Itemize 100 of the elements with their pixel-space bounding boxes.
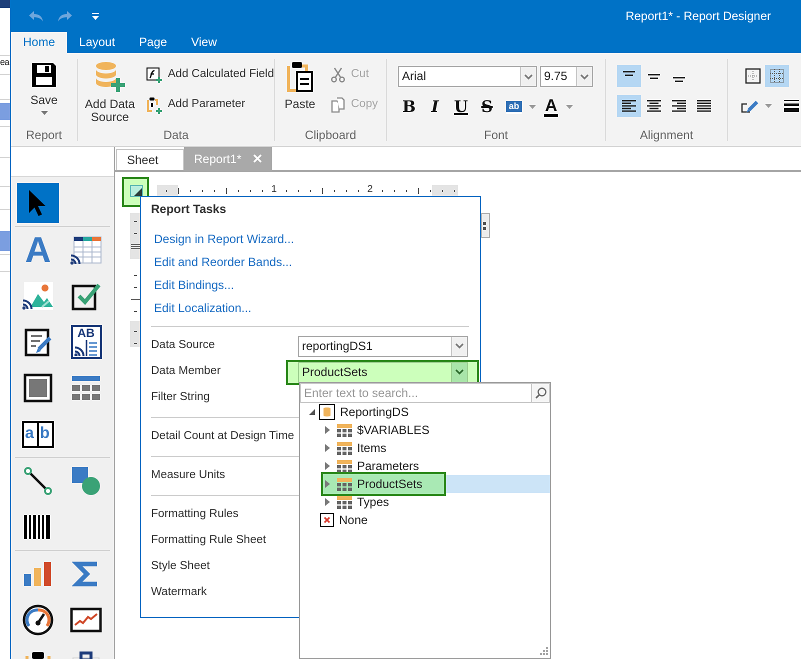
expanded-triangle-icon[interactable] [308, 408, 315, 416]
tree-item[interactable]: ReportingDS [305, 403, 550, 421]
task-link[interactable]: Edit and Reorder Bands... [154, 251, 292, 274]
group-label: Font [482, 127, 509, 144]
search-button[interactable] [531, 383, 550, 403]
task-link[interactable]: Edit Bindings... [154, 274, 234, 297]
ribbon-button[interactable]: Add Parameter [146, 94, 274, 116]
triangle-icon [134, 188, 142, 196]
customize-menu-icon[interactable] [92, 12, 99, 20]
ribbon-tab[interactable]: Page [127, 32, 180, 53]
property-label: Formatting Rules [151, 507, 240, 522]
ribbon-button[interactable]: Save [22, 53, 66, 115]
dropdown-button[interactable] [576, 67, 592, 86]
caret-icon[interactable] [40, 111, 48, 115]
formula-icon [146, 67, 163, 83]
font-style-button[interactable]: I [424, 96, 446, 118]
vertical-align-icon [673, 77, 685, 82]
smart-tag-button[interactable] [130, 185, 143, 197]
font-color-button[interactable]: A [544, 97, 558, 117]
gauge-icon [22, 604, 54, 636]
ribbon-button[interactable]: Paste [280, 53, 320, 111]
collapsed-triangle-icon[interactable] [324, 462, 331, 470]
tree-item[interactable]: Parameters [321, 457, 550, 475]
ribbon-button[interactable]: Add Calculated Field [146, 64, 274, 86]
border-box-icon [745, 68, 761, 84]
property-label: Measure Units [151, 468, 226, 484]
tree-item-label: ReportingDS [340, 404, 409, 420]
tree-item-label: $VARIABLES [357, 422, 430, 438]
property-label: Formatting Rule Sheet [151, 533, 268, 548]
group-label: Data [162, 127, 190, 144]
collapsed-triangle-icon[interactable] [324, 426, 331, 434]
collapsed-triangle-icon[interactable] [324, 480, 331, 488]
align-button[interactable] [617, 65, 641, 87]
document-pencil-icon [23, 327, 53, 357]
line-weight-icon[interactable] [784, 100, 799, 112]
panel-icon [23, 373, 53, 403]
font-name-combo[interactable]: Arial [398, 66, 537, 87]
dotted-grid-icon [769, 68, 785, 84]
clipboard-plus-icon [146, 96, 163, 114]
database-icon [319, 404, 335, 420]
property-label: Data Member [151, 364, 222, 380]
task-link[interactable]: Design in Report Wizard... [154, 228, 294, 251]
font-style-button[interactable]: S [476, 96, 498, 118]
caret-icon[interactable] [529, 105, 536, 109]
ruler-number: 1 [271, 185, 277, 195]
tree-item[interactable]: None [305, 511, 550, 529]
ribbon-tab[interactable]: Home [11, 32, 68, 53]
align-button[interactable] [617, 95, 641, 117]
toolbox-item[interactable]: A [17, 230, 59, 270]
toolbox-item[interactable]: AB [70, 325, 102, 359]
ribbon-button[interactable]: Add Data Source [80, 53, 140, 124]
band-handle[interactable] [481, 213, 490, 238]
group-label: Alignment [638, 127, 694, 144]
search-field[interactable]: Enter text to search... [300, 383, 531, 403]
caret-icon[interactable] [566, 105, 574, 109]
vertical-align-icon [648, 74, 660, 78]
dropdown-button[interactable] [451, 336, 467, 356]
bar-chart-icon [23, 561, 53, 587]
combo-box[interactable]: reportingDS1 [298, 336, 468, 356]
property-label: Filter String [151, 390, 211, 406]
table-icon [337, 496, 352, 508]
chevron-down-icon [580, 74, 589, 80]
chevron-down-icon [455, 369, 464, 375]
chevron-down-icon [524, 74, 533, 80]
table-icon [337, 424, 352, 436]
barcode-icon [23, 514, 53, 540]
tree-item-label: None [339, 512, 368, 528]
background-text: ea [0, 56, 10, 68]
ribbon-tab[interactable]: View [179, 32, 229, 53]
font-style-button[interactable]: B [398, 96, 420, 118]
property-label: Watermark [151, 585, 208, 600]
tree-item-label: Items [357, 440, 386, 456]
combo-box[interactable]: ProductSets [298, 362, 468, 382]
vertical-align-icon [623, 71, 635, 76]
document-tab[interactable]: Sheet [116, 149, 184, 170]
text-align-icon [697, 100, 711, 112]
window-title: Report1* - Report Designer [626, 8, 771, 25]
cross-box-icon [320, 513, 334, 527]
tree-item[interactable]: $VARIABLES [321, 421, 550, 439]
highlight-color-button[interactable]: ab [506, 100, 522, 114]
tree-item-label: Parameters [357, 458, 420, 474]
tree-item[interactable]: ProductSets [321, 475, 550, 493]
resize-grip-icon [540, 647, 548, 655]
ribbon-tab[interactable]: Layout [67, 32, 128, 53]
selection-bar [0, 231, 10, 251]
panel-title: Report Tasks [151, 201, 226, 218]
dropdown-button[interactable] [451, 362, 467, 382]
tree-item[interactable]: Types [321, 493, 550, 511]
border-pen-icon[interactable] [741, 99, 761, 113]
sparkline-icon [70, 607, 102, 633]
collapsed-triangle-icon[interactable] [324, 498, 331, 506]
database-plus-icon [94, 61, 126, 93]
tree-item[interactable]: Items [321, 439, 550, 457]
collapsed-triangle-icon[interactable] [324, 444, 331, 452]
caret-icon[interactable] [765, 104, 772, 108]
task-link[interactable]: Edit Localization... [154, 297, 252, 320]
dropdown-button[interactable] [520, 67, 536, 86]
font-style-button[interactable]: U [450, 96, 472, 118]
font-size-combo[interactable]: 9.75 [540, 66, 593, 87]
picture-icon [22, 281, 54, 311]
